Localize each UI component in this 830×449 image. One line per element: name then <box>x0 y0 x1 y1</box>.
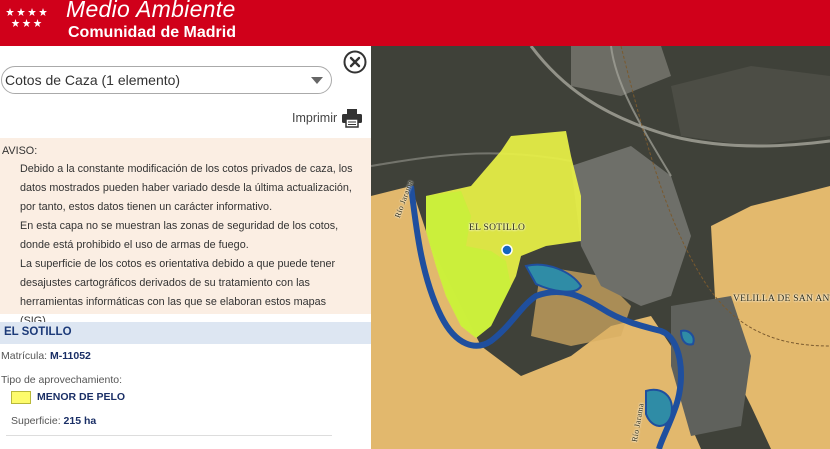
madrid-stars-icon <box>6 8 47 27</box>
notice-paragraph: La superficie de los cotos es orientativ… <box>20 258 336 327</box>
town-map-label: VELILLA DE SAN ANTONIO <box>733 294 830 304</box>
print-label: Imprimir <box>292 111 338 125</box>
matricula-value: M-11052 <box>50 350 91 362</box>
record-title: EL SOTILLO <box>0 322 371 344</box>
location-marker[interactable] <box>501 244 513 256</box>
map-canvas[interactable] <box>371 46 830 449</box>
coto-map-label: EL SOTILLO <box>469 223 526 233</box>
layer-select[interactable]: Cotos de Caza (1 elemento) <box>1 66 332 94</box>
superficie-label: Superficie: <box>11 415 61 427</box>
matricula-field: Matrícula: M-11052 <box>1 350 91 362</box>
app-subtitle: Comunidad de Madrid <box>68 24 236 41</box>
print-button[interactable]: Imprimir <box>292 108 363 128</box>
superficie-field: Superficie: 215 ha <box>11 415 96 427</box>
notice-title: AVISO: <box>2 145 38 157</box>
superficie-value: 215 ha <box>63 415 97 427</box>
tipo-value: MENOR DE PELO <box>37 391 126 403</box>
printer-icon <box>342 109 363 128</box>
chevron-down-icon <box>311 77 323 84</box>
app-header: Medio Ambiente Comunidad de Madrid <box>0 0 830 46</box>
notice-paragraph: En esta capa no se muestran las zonas de… <box>20 220 339 251</box>
legend-swatch <box>11 391 31 404</box>
matricula-label: Matrícula: <box>1 350 48 362</box>
notice-box: AVISO: Debido a la constante modificació… <box>0 138 371 327</box>
info-panel: Cotos de Caza (1 elemento) Imprimir AVIS… <box>0 46 371 449</box>
tipo-label: Tipo de aprovechamiento: <box>1 374 123 386</box>
close-icon[interactable] <box>343 50 367 74</box>
layer-select-value: Cotos de Caza (1 elemento) <box>5 72 181 88</box>
notice-paragraph: Debido a la constante modificación de lo… <box>20 163 353 213</box>
map-view[interactable]: EL SOTILLO VELILLA DE SAN ANTONIO Río Ja… <box>371 46 830 449</box>
app-title: Medio Ambiente <box>66 0 236 22</box>
divider <box>6 435 332 436</box>
